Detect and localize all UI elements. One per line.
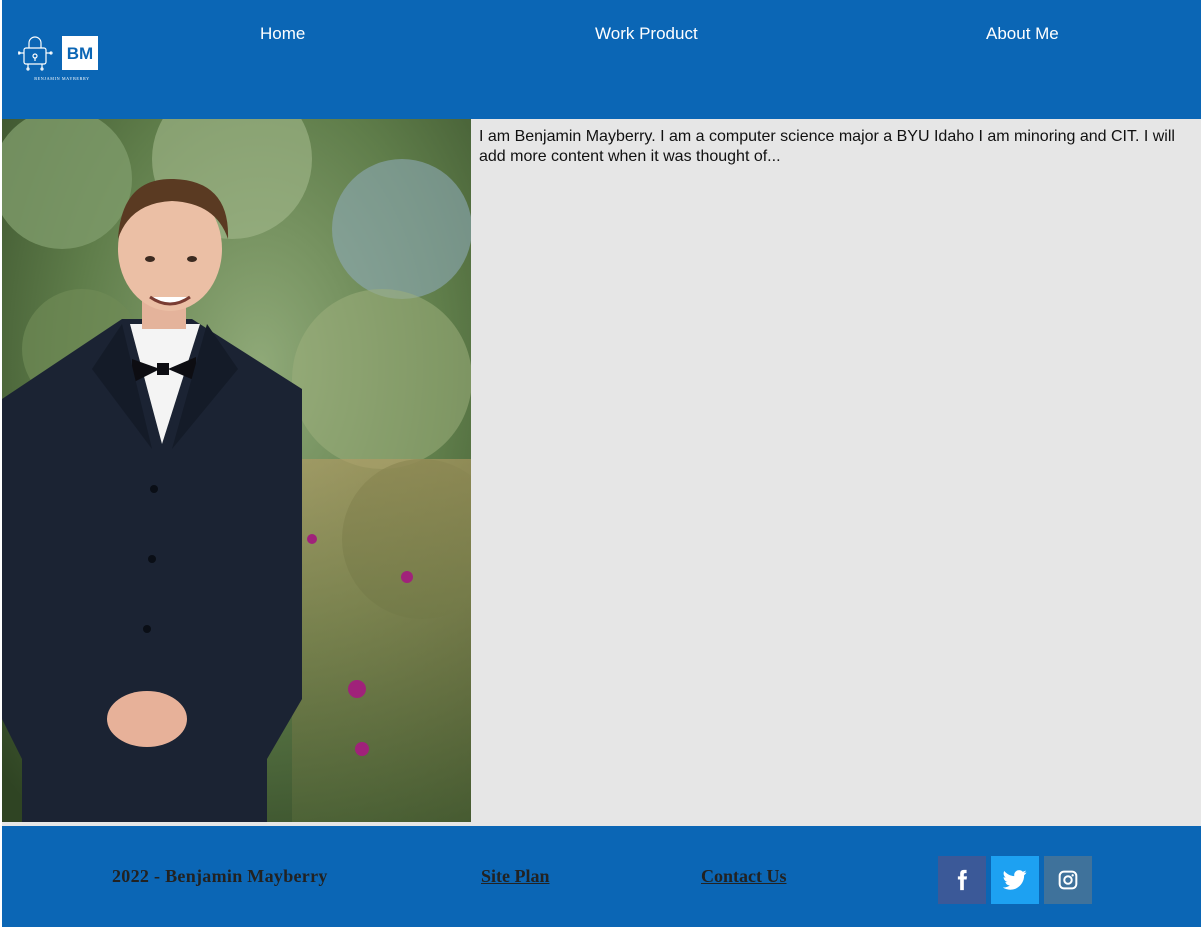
nav-home[interactable]: Home [260,24,305,44]
instagram-button[interactable] [1044,856,1092,904]
instagram-icon [1058,870,1078,890]
site-logo[interactable]: BM BENJAMIN MAYBERRY [18,36,100,84]
facebook-icon [957,869,968,891]
contact-us-link[interactable]: Contact Us [701,866,787,887]
logo-caption: BENJAMIN MAYBERRY [34,76,90,81]
site-footer: 2022 - Benjamin Mayberry Site Plan Conta… [2,826,1201,927]
nav-about-me[interactable]: About Me [986,24,1059,44]
facebook-button[interactable] [938,856,986,904]
main-content: I am Benjamin Mayberry. I am a computer … [2,119,1201,826]
logo-monogram: BM [67,44,93,63]
site-header: BM BENJAMIN MAYBERRY Home Work Product A… [2,0,1201,119]
robot-lock-icon [18,36,53,71]
copyright-text: 2022 - Benjamin Mayberry [112,866,328,886]
site-plan-link[interactable]: Site Plan [481,866,550,887]
portrait-photo [2,119,471,822]
page: BM BENJAMIN MAYBERRY Home Work Product A… [0,0,1201,927]
nav-work-product[interactable]: Work Product [595,24,698,44]
twitter-icon [1003,870,1027,890]
twitter-button[interactable] [991,856,1039,904]
about-text: I am Benjamin Mayberry. I am a computer … [479,128,1175,165]
